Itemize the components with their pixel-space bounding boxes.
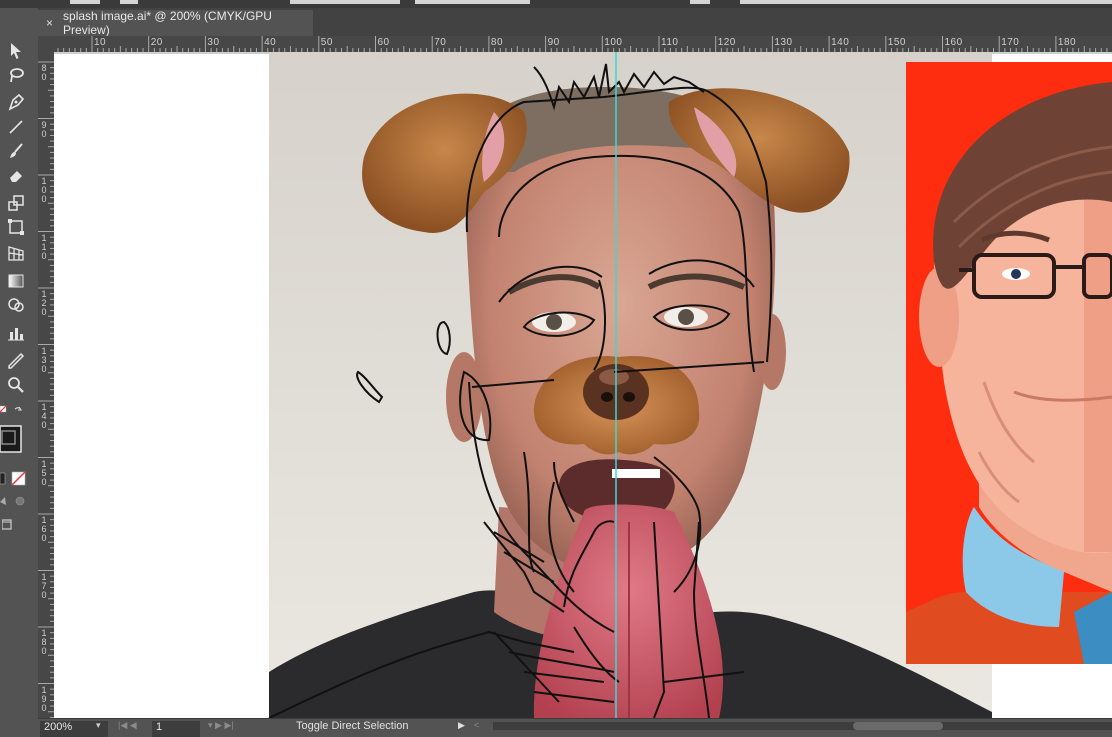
horizontal-ruler-label: 90 (547, 37, 560, 48)
close-tab-icon[interactable]: × (46, 16, 53, 30)
artboard-number-field[interactable]: 1 (152, 721, 200, 737)
pen-tool-icon[interactable] (4, 91, 28, 113)
vertical-ruler-label: 140 (41, 402, 47, 430)
control-bar-field[interactable] (120, 0, 138, 4)
color-mode-icon[interactable] (0, 468, 36, 490)
paintbrush-tool-icon[interactable] (4, 140, 28, 162)
vertical-ruler-label: 130 (41, 345, 47, 374)
control-bar-field[interactable] (415, 0, 530, 4)
horizontal-ruler-label: 60 (377, 37, 390, 48)
horizontal-ruler-label: 10 (94, 37, 107, 48)
document-tab-bar: × splash image.ai* @ 200% (CMYK/GPU Prev… (38, 8, 1112, 37)
vertical-ruler-label: 110 (41, 232, 47, 261)
horizontal-ruler-label: 40 (264, 37, 277, 48)
horizontal-ruler-label: 130 (774, 37, 793, 48)
horizontal-ruler-label: 80 (490, 37, 504, 48)
gradient-tool-icon[interactable] (4, 270, 28, 292)
horizontal-ruler[interactable]: 10 20 30 40 50 60 70 80 90 100 110 120 130 140 150 160 1… (54, 36, 1112, 53)
vertical-ruler-label: 160 (41, 515, 47, 543)
control-bar-strip (0, 0, 1112, 8)
horizontal-ruler-label: 100 (604, 37, 623, 48)
horizontal-ruler-label: 170 (1001, 37, 1020, 48)
control-bar-field[interactable] (690, 0, 710, 4)
perspective-grid-tool-icon[interactable] (4, 242, 28, 264)
free-transform-tool-icon[interactable] (4, 216, 28, 238)
artboard-next-icons[interactable]: ▾ ▶ ▶| (208, 720, 234, 731)
line-tool-icon[interactable] (4, 116, 28, 138)
tools-panel (0, 8, 39, 731)
scrollbar-thumb[interactable] (853, 722, 943, 730)
eyedropper-tool-icon[interactable] (4, 350, 28, 372)
horizontal-ruler-label: 160 (944, 37, 963, 48)
status-info-text: Toggle Direct Selection (296, 720, 409, 732)
vertical-ruler-ticks (38, 61, 54, 718)
horizontal-ruler-label: 20 (150, 37, 163, 48)
status-bar: 200% ▾ |◀ ◀ 1 ▾ ▶ ▶| Toggle Direct Selec… (38, 718, 1112, 737)
eraser-tool-icon[interactable] (4, 164, 28, 186)
horizontal-ruler-label: 150 (887, 37, 906, 48)
scale-tool-icon[interactable] (4, 192, 28, 214)
artwork (268, 52, 1112, 718)
horizontal-ruler-label: 30 (207, 37, 220, 48)
horizontal-ruler-label: 70 (434, 37, 447, 48)
horizontal-ruler-label: 180 (1057, 37, 1077, 48)
horizontal-scrollbar[interactable] (493, 722, 1112, 730)
horizontal-ruler-label: 120 (717, 37, 736, 48)
scroll-left-icon[interactable]: < (474, 720, 479, 730)
screen-mode-icon[interactable] (0, 514, 24, 536)
vertical-ruler-label: 100 (41, 176, 47, 204)
horizontal-ruler-label: 140 (831, 37, 850, 48)
control-bar-field[interactable] (740, 0, 1112, 4)
chevron-down-icon[interactable]: ▾ (96, 720, 101, 731)
vertical-ruler-label: 90 (41, 119, 47, 139)
vertical-ruler-label: 80 (41, 63, 47, 82)
shape-builder-tool-icon[interactable] (4, 294, 28, 316)
zoom-tool-icon[interactable] (4, 374, 28, 396)
vertical-ruler-label: 150 (41, 458, 47, 487)
vertical-ruler[interactable]: 80 90 100 110 120 130 140 150 160 170 180 190 (38, 52, 55, 718)
control-bar-field[interactable] (70, 0, 100, 4)
fill-stroke-swatch-icon[interactable] (0, 404, 36, 474)
vertical-ruler-label: 120 (41, 289, 47, 317)
artboard-canvas[interactable] (54, 52, 1112, 718)
vector-illustration[interactable] (906, 62, 1112, 664)
vertical-ruler-label: 190 (41, 684, 47, 713)
document-tab[interactable]: × splash image.ai* @ 200% (CMYK/GPU Prev… (38, 9, 313, 37)
graph-tool-icon[interactable] (4, 322, 28, 344)
artboard-prev-icons[interactable]: |◀ ◀ (118, 720, 137, 731)
lasso-tool-icon[interactable] (4, 64, 28, 86)
draw-mode-icon[interactable] (0, 490, 36, 512)
document-tab-title: splash image.ai* @ 200% (CMYK/GPU Previe… (63, 9, 272, 37)
status-menu-arrow-icon[interactable]: ▶ (458, 720, 465, 731)
ruler-origin[interactable] (38, 36, 54, 52)
selection-tool-icon[interactable] (4, 40, 28, 62)
control-bar-field[interactable] (290, 0, 400, 4)
horizontal-ruler-label: 110 (661, 37, 679, 48)
vertical-ruler-label: 180 (41, 628, 47, 656)
vertical-ruler-label: 170 (41, 571, 47, 600)
photo-image[interactable] (269, 52, 992, 718)
horizontal-ruler-label: 50 (320, 37, 333, 48)
